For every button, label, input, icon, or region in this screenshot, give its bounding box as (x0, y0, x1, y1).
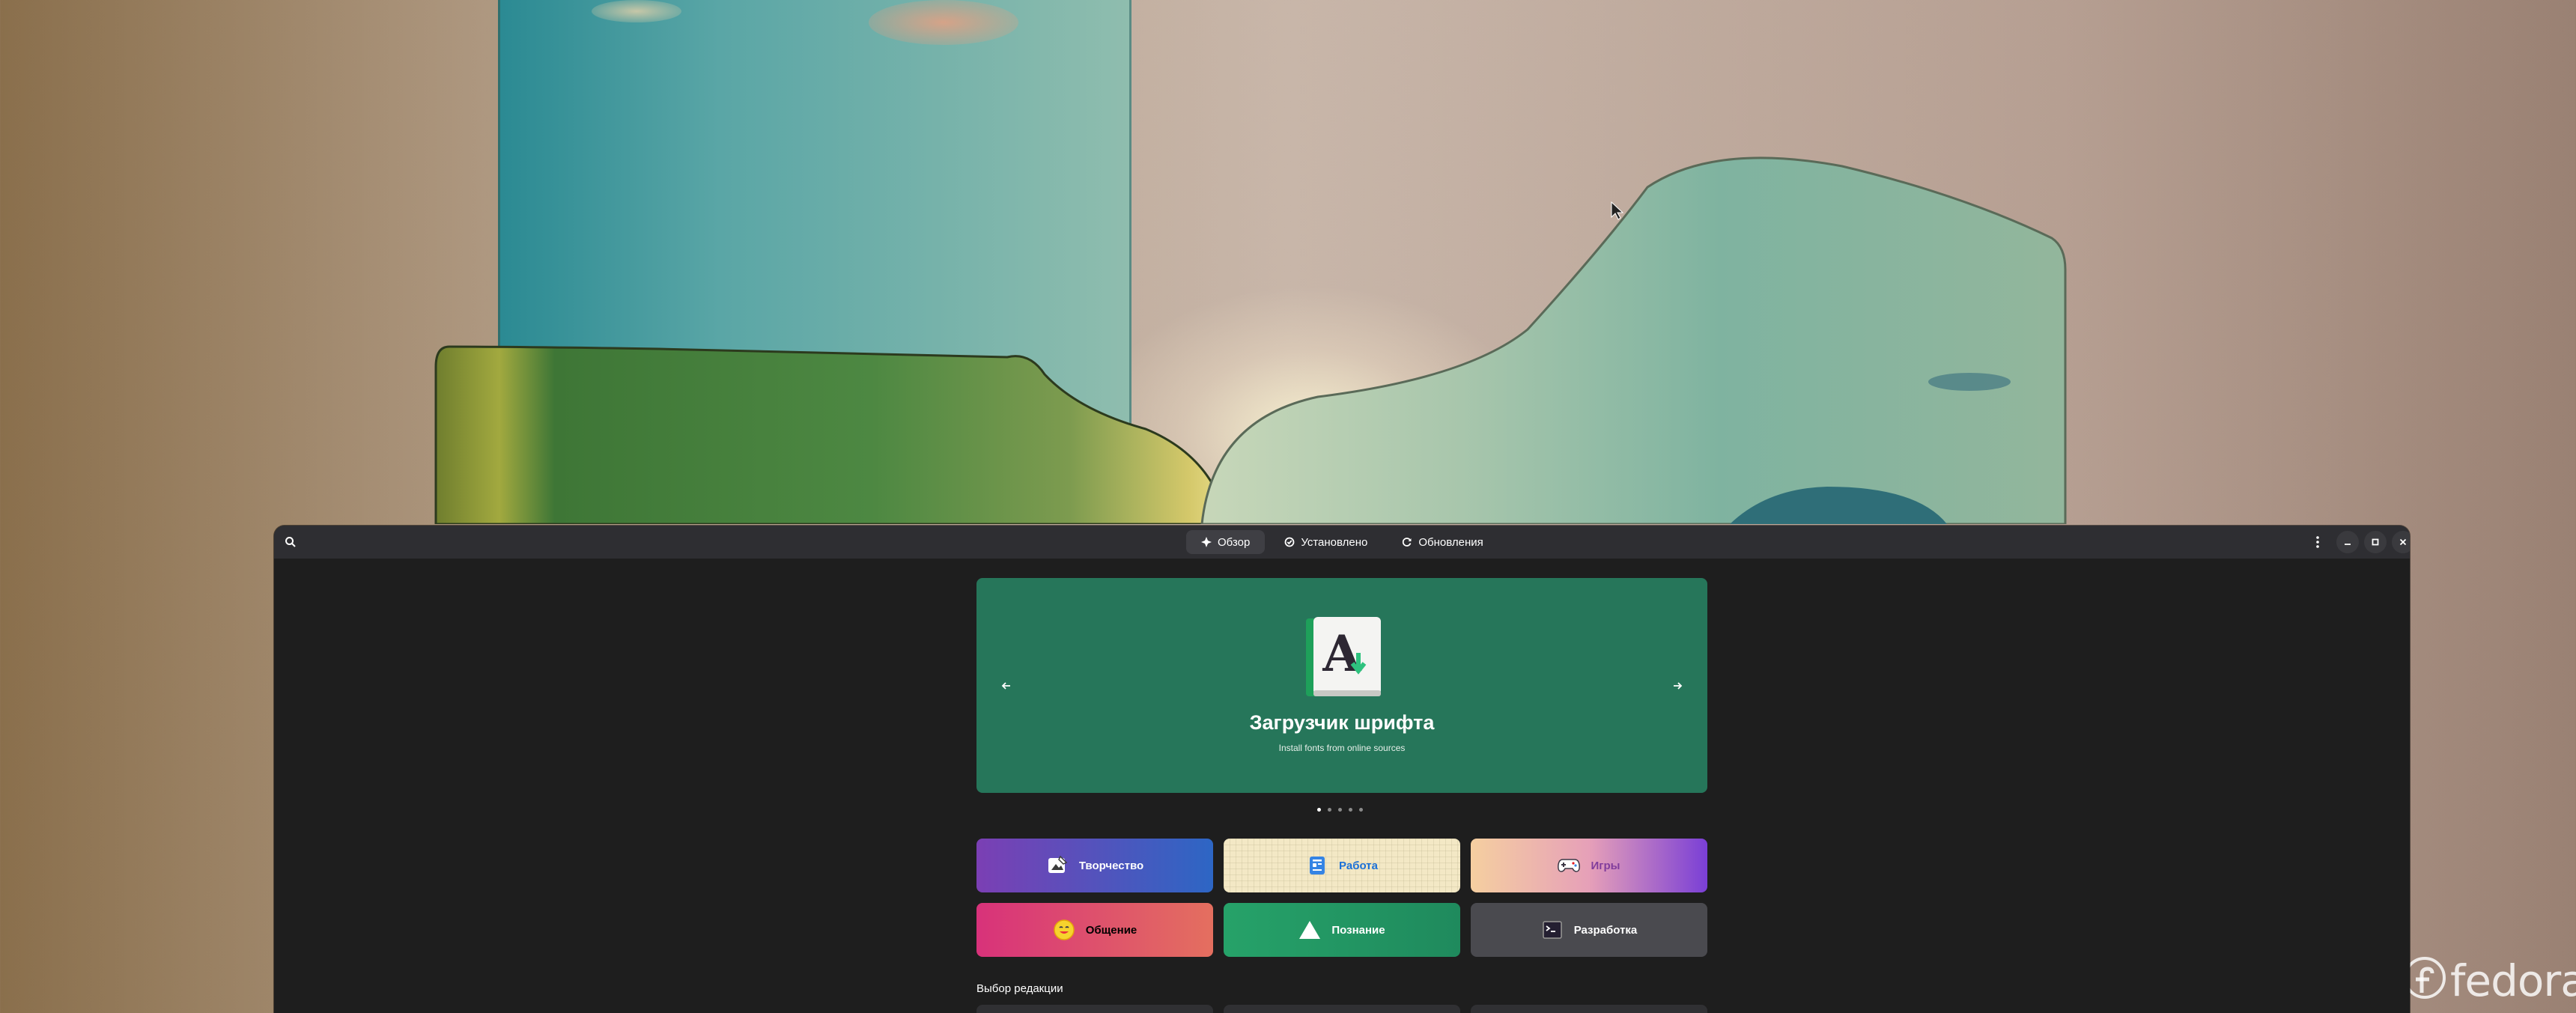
category-chat[interactable]: Общение (976, 903, 1213, 957)
svg-text:A: A (1322, 624, 1361, 683)
carousel-next-button[interactable] (1662, 671, 1692, 701)
editors-choice-tile[interactable] (1224, 1005, 1460, 1013)
view-switcher: Обзор Установлено Обновления (1186, 530, 1498, 554)
carousel-previous-button[interactable] (991, 671, 1021, 701)
compass-icon (1201, 537, 1212, 547)
header-bar: Обзор Установлено Обновления (274, 526, 2410, 559)
arrow-left-icon (1001, 682, 1010, 690)
gamepad-icon (1558, 854, 1581, 877)
fedora-logo-icon (2404, 957, 2446, 999)
carousel-indicators (1317, 808, 1363, 812)
category-label: Разработка (1573, 923, 1638, 937)
font-downloader-app-icon: A (1306, 617, 1381, 696)
maximize-button[interactable] (2364, 531, 2387, 553)
software-window: Обзор Установлено Обновления A Загрузчик… (274, 526, 2410, 1013)
explore-page: A Загрузчик шрифта Install fonts from on… (274, 559, 2410, 1013)
carousel-dot[interactable] (1349, 808, 1352, 812)
maximize-icon (2372, 538, 2379, 546)
tab-label: Обзор (1218, 535, 1251, 549)
wallpaper-shapes (434, 156, 2067, 524)
tab-label: Обновления (1418, 535, 1483, 549)
close-button[interactable] (2392, 531, 2410, 553)
category-label: Общение (1085, 923, 1137, 937)
category-label: Познание (1331, 923, 1385, 937)
category-create[interactable]: Творчество (976, 839, 1213, 892)
work-icon (1306, 854, 1328, 877)
tab-updates[interactable]: Обновления (1387, 530, 1498, 554)
triangle-icon (1298, 919, 1321, 941)
editors-choice-heading: Выбор редакции (976, 982, 1063, 995)
carousel-dot[interactable] (1359, 808, 1363, 812)
category-learn[interactable]: Познание (1224, 903, 1460, 957)
featured-app-summary: Install fonts from online sources (1278, 743, 1406, 753)
arrow-right-icon (1674, 682, 1683, 690)
minimize-icon (2345, 544, 2351, 545)
terminal-icon (1541, 919, 1564, 941)
category-label: Работа (1339, 859, 1378, 872)
carousel-dot[interactable] (1328, 808, 1331, 812)
editors-choice-tile[interactable] (976, 1005, 1213, 1013)
desktop-wallpaper (0, 0, 2576, 524)
search-button[interactable] (279, 530, 303, 554)
carousel-dot[interactable] (1338, 808, 1342, 812)
category-work[interactable]: Работа (1224, 839, 1460, 892)
kebab-menu-icon (2316, 536, 2319, 548)
editors-choice-tile[interactable] (1471, 1005, 1707, 1013)
carousel-dot[interactable] (1317, 808, 1321, 812)
fedora-watermark: fedora (2450, 955, 2576, 1006)
create-icon (1046, 854, 1069, 877)
close-icon (2399, 538, 2407, 546)
featured-carousel[interactable]: A Загрузчик шрифта Install fonts from on… (976, 578, 1707, 793)
category-label: Творчество (1078, 859, 1144, 872)
featured-app-title: Загрузчик шрифта (1249, 711, 1435, 734)
main-menu-button[interactable] (2306, 530, 2330, 554)
tab-installed[interactable]: Установлено (1269, 530, 1382, 554)
category-games[interactable]: Игры (1471, 839, 1707, 892)
minimize-button[interactable] (2336, 531, 2359, 553)
category-label: Игры (1591, 859, 1620, 872)
search-icon (285, 537, 296, 547)
tab-label: Установлено (1301, 535, 1368, 549)
smiley-icon (1053, 919, 1075, 941)
refresh-icon (1403, 538, 1412, 547)
category-develop[interactable]: Разработка (1471, 903, 1707, 957)
check-circle-icon (1284, 537, 1295, 547)
tab-explore[interactable]: Обзор (1186, 530, 1266, 554)
